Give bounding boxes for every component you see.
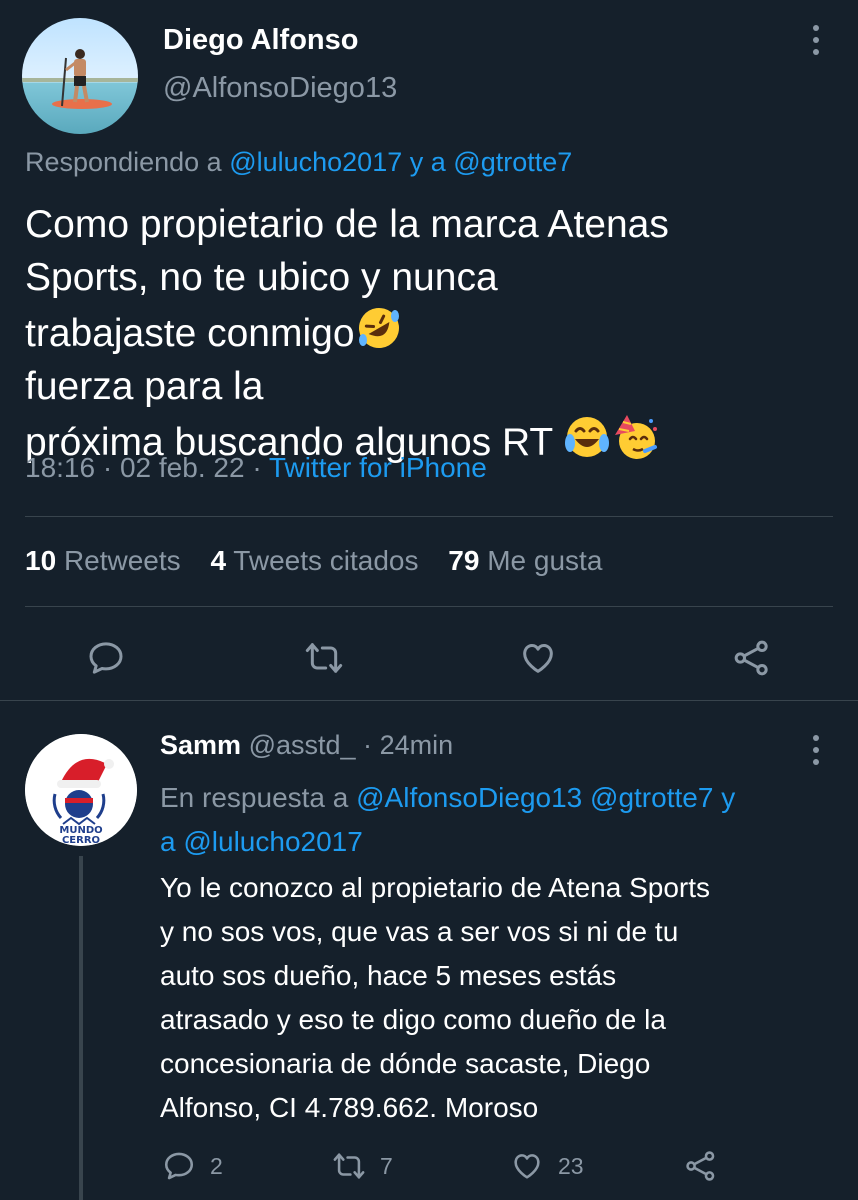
rolling-on-floor-laughing-icon (355, 304, 403, 352)
divider (0, 700, 858, 701)
in-reply-user-alfonso[interactable]: @AlfonsoDiego13 (356, 782, 582, 813)
reply-line: concesionaria de dónde sacaste, Diego (160, 1048, 651, 1079)
reply-share-button[interactable] (684, 1148, 732, 1184)
tweet-line-part: trabajaste conmigo (25, 312, 355, 355)
reply-author-handle[interactable]: @asstd_ (249, 730, 356, 760)
tweet-meta: 18:16 · 02 feb. 22 · Twitter for iPhone (25, 452, 487, 484)
retweets-count: 10 (25, 545, 57, 576)
reply-line: Yo le conozco al propietario de Atena Sp… (160, 872, 711, 903)
reply-like-button[interactable]: 23 (510, 1148, 584, 1184)
share-icon[interactable] (732, 638, 772, 678)
like-icon[interactable] (518, 638, 558, 678)
reply-likes-count: 23 (558, 1152, 584, 1179)
in-reply-joiner[interactable]: a (160, 826, 176, 857)
tweet-line: fuerza para la (25, 365, 264, 408)
in-reply-user-lulucho[interactable]: @lulucho2017 (183, 826, 362, 857)
quotes-count: 4 (210, 545, 227, 576)
like-icon (514, 1154, 540, 1179)
tweet-text: Como propietario de la marca Atenas Spor… (25, 198, 835, 469)
divider (25, 606, 833, 607)
divider (25, 516, 833, 517)
reply-retweets-count: 7 (380, 1152, 393, 1179)
reply-text: Yo le conozco al propietario de Atena Sp… (160, 866, 840, 1130)
likes-stat[interactable]: 79 Me gusta (448, 545, 602, 576)
reply-line: auto sos dueño, hace 5 meses estás (160, 960, 617, 991)
tweet-date[interactable]: 02 feb. 22 (120, 452, 245, 483)
tweet-source[interactable]: Twitter for iPhone (269, 452, 487, 483)
reply-icon[interactable] (86, 638, 126, 678)
retweets-stat[interactable]: 10 Retweets (25, 545, 181, 576)
likes-label: Me gusta (487, 545, 603, 576)
reply-more-options-icon[interactable] (806, 732, 826, 772)
quotes-stat[interactable]: 4 Tweets citados (210, 545, 418, 576)
likes-count: 79 (448, 545, 480, 576)
in-reply-prefix: En respuesta a (160, 782, 349, 813)
retweet-icon[interactable] (304, 638, 344, 678)
author-avatar[interactable] (22, 18, 138, 134)
more-options-icon[interactable] (806, 22, 826, 62)
reply-line: Alfonso, CI 4.789.662. Moroso (160, 1092, 539, 1123)
author-handle[interactable]: @AlfonsoDiego13 (163, 72, 397, 105)
reply-icon (164, 1152, 194, 1180)
tweet-line: Como propietario de la marca Atenas (25, 203, 669, 246)
partying-face-icon (611, 413, 659, 461)
reply-line: atrasado y eso te digo como dueño de la (160, 1004, 666, 1035)
meta-separator: · (102, 452, 113, 483)
reply-reply-button[interactable]: 2 (162, 1148, 223, 1184)
in-reply-line: En respuesta a @AlfonsoDiego13 @gtrotte7… (160, 776, 840, 820)
reply-retweet-button[interactable]: 7 (332, 1148, 393, 1184)
replying-to: Respondiendo a @lulucho2017 y a @gtrotte… (25, 147, 572, 178)
reply-line: y no sos vos, que vas a ser vos si ni de… (160, 916, 679, 947)
tweet-time[interactable]: 18:16 (25, 452, 95, 483)
reply-author-name[interactable]: Samm (160, 730, 241, 760)
tweet-stats: 10 Retweets 4 Tweets citados 79 Me gusta (25, 545, 624, 577)
in-reply-line: a @lulucho2017 (160, 820, 840, 864)
reply-separator: · (363, 730, 373, 760)
thread-line (79, 856, 83, 1200)
replying-user-lulucho[interactable]: @lulucho2017 (229, 147, 402, 177)
retweets-label: Retweets (63, 545, 181, 576)
avatar-caption: MUNDO CERRO (59, 825, 103, 846)
author-name[interactable]: Diego Alfonso (163, 24, 358, 57)
in-reply-user-gtrotte[interactable]: @gtrotte7 (590, 782, 713, 813)
replying-joiner[interactable]: y a (410, 147, 446, 177)
quotes-label: Tweets citados (233, 545, 419, 576)
tweet-line: Sports, no te ubico y nunca (25, 256, 498, 299)
reply-time[interactable]: 24min (380, 730, 454, 760)
replying-user-gtrotte[interactable]: @gtrotte7 (453, 147, 572, 177)
in-reply-joiner[interactable]: y (721, 782, 735, 813)
in-reply-to: En respuesta a @AlfonsoDiego13 @gtrotte7… (160, 776, 840, 864)
reply-header: Samm @asstd_ · 24min (160, 730, 453, 761)
tears-of-joy-icon (563, 413, 611, 461)
reply-replies-count: 2 (210, 1152, 223, 1179)
replying-prefix: Respondiendo a (25, 147, 222, 177)
share-icon (686, 1151, 715, 1181)
meta-separator: · (252, 452, 262, 483)
tweet-line: trabajaste conmigo (25, 304, 835, 360)
retweet-icon (333, 1153, 365, 1179)
